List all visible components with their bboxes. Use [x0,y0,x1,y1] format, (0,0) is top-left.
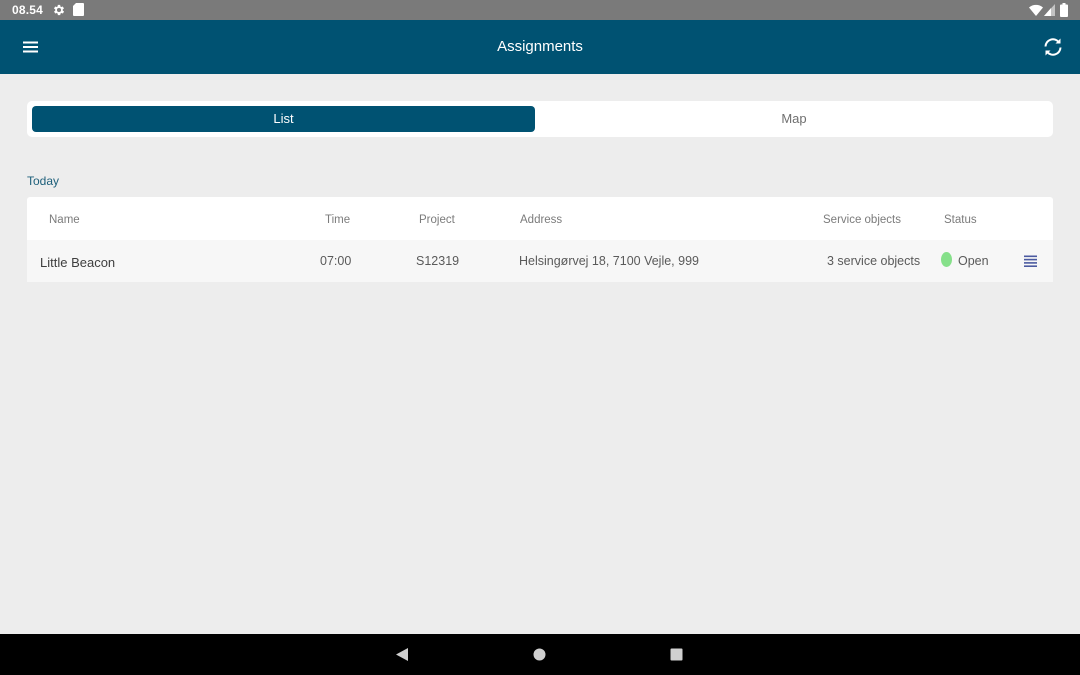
cell-name: Little Beacon [40,255,116,270]
sd-card-icon [73,3,84,16]
back-icon[interactable] [395,647,409,662]
page-title: Assignments [497,38,583,55]
status-indicator-icon [941,252,952,267]
status-badge: Open [958,254,989,268]
signal-icon [1044,4,1055,16]
app-bar: Assignments [0,20,1080,74]
column-header-service-objects: Service objects [823,214,901,226]
tab-map[interactable]: Map [540,106,1048,132]
column-header-time: Time [325,214,351,226]
status-bar: 08.54 [0,0,1080,20]
sync-icon[interactable] [1039,33,1067,61]
tab-list[interactable]: List [32,106,535,132]
cell-project: S12319 [416,254,460,268]
column-header-project: Project [419,214,455,226]
menu-icon[interactable] [16,33,44,61]
table-row[interactable]: Little Beacon 07:00 S12319 Helsingørvej … [27,240,1053,282]
system-nav-bar [0,634,1080,675]
wifi-icon [1029,4,1043,16]
recents-icon[interactable] [670,648,683,661]
column-header-name: Name [49,214,80,226]
app-screen: 08.54 Assignments List Map Today Name Ti… [0,0,1080,675]
cell-service-objects: 3 service objects [827,254,921,268]
view-switcher: List Map [27,101,1053,137]
battery-icon [1060,3,1068,17]
assignments-table: Name Time Project Address Service object… [27,197,1053,282]
settings-icon [53,4,65,16]
status-time: 08.54 [12,3,44,17]
column-header-status: Status [944,214,977,226]
column-header-address: Address [520,214,563,226]
list-menu-icon[interactable] [1023,254,1038,268]
home-icon[interactable] [533,648,546,661]
cell-address: Helsingørvej 18, 7100 Vejle, 999 [519,254,699,268]
cell-time: 07:00 [320,254,352,268]
section-label-today: Today [27,174,60,188]
